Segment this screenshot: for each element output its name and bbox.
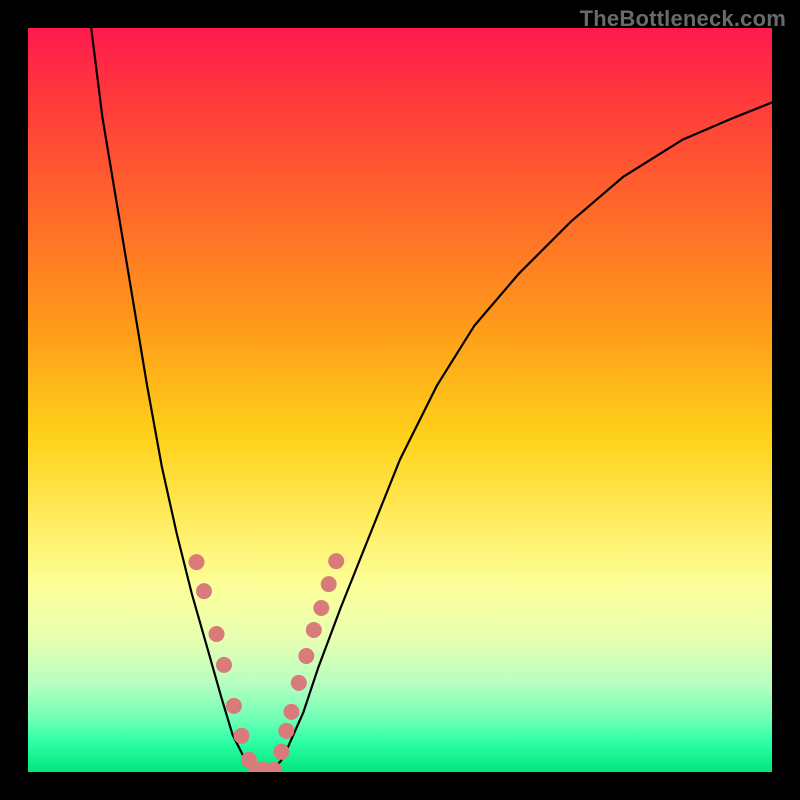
data-dot [234, 728, 250, 744]
data-dot [298, 648, 314, 664]
bottleneck-curve-path [91, 28, 772, 772]
data-dot [283, 704, 299, 720]
data-dot [216, 657, 232, 673]
data-dot [196, 583, 212, 599]
data-dot [278, 723, 294, 739]
plot-area [28, 28, 772, 772]
data-dot [306, 622, 322, 638]
curve-svg [28, 28, 772, 772]
data-dot [321, 576, 337, 592]
data-dot [313, 600, 329, 616]
data-dot [189, 554, 205, 570]
data-dot [273, 744, 289, 760]
chart-container: TheBottleneck.com [0, 0, 800, 800]
data-dot [209, 626, 225, 642]
data-dot [328, 553, 344, 569]
watermark-text: TheBottleneck.com [580, 6, 786, 32]
data-dot [226, 698, 242, 714]
data-dot [291, 675, 307, 691]
